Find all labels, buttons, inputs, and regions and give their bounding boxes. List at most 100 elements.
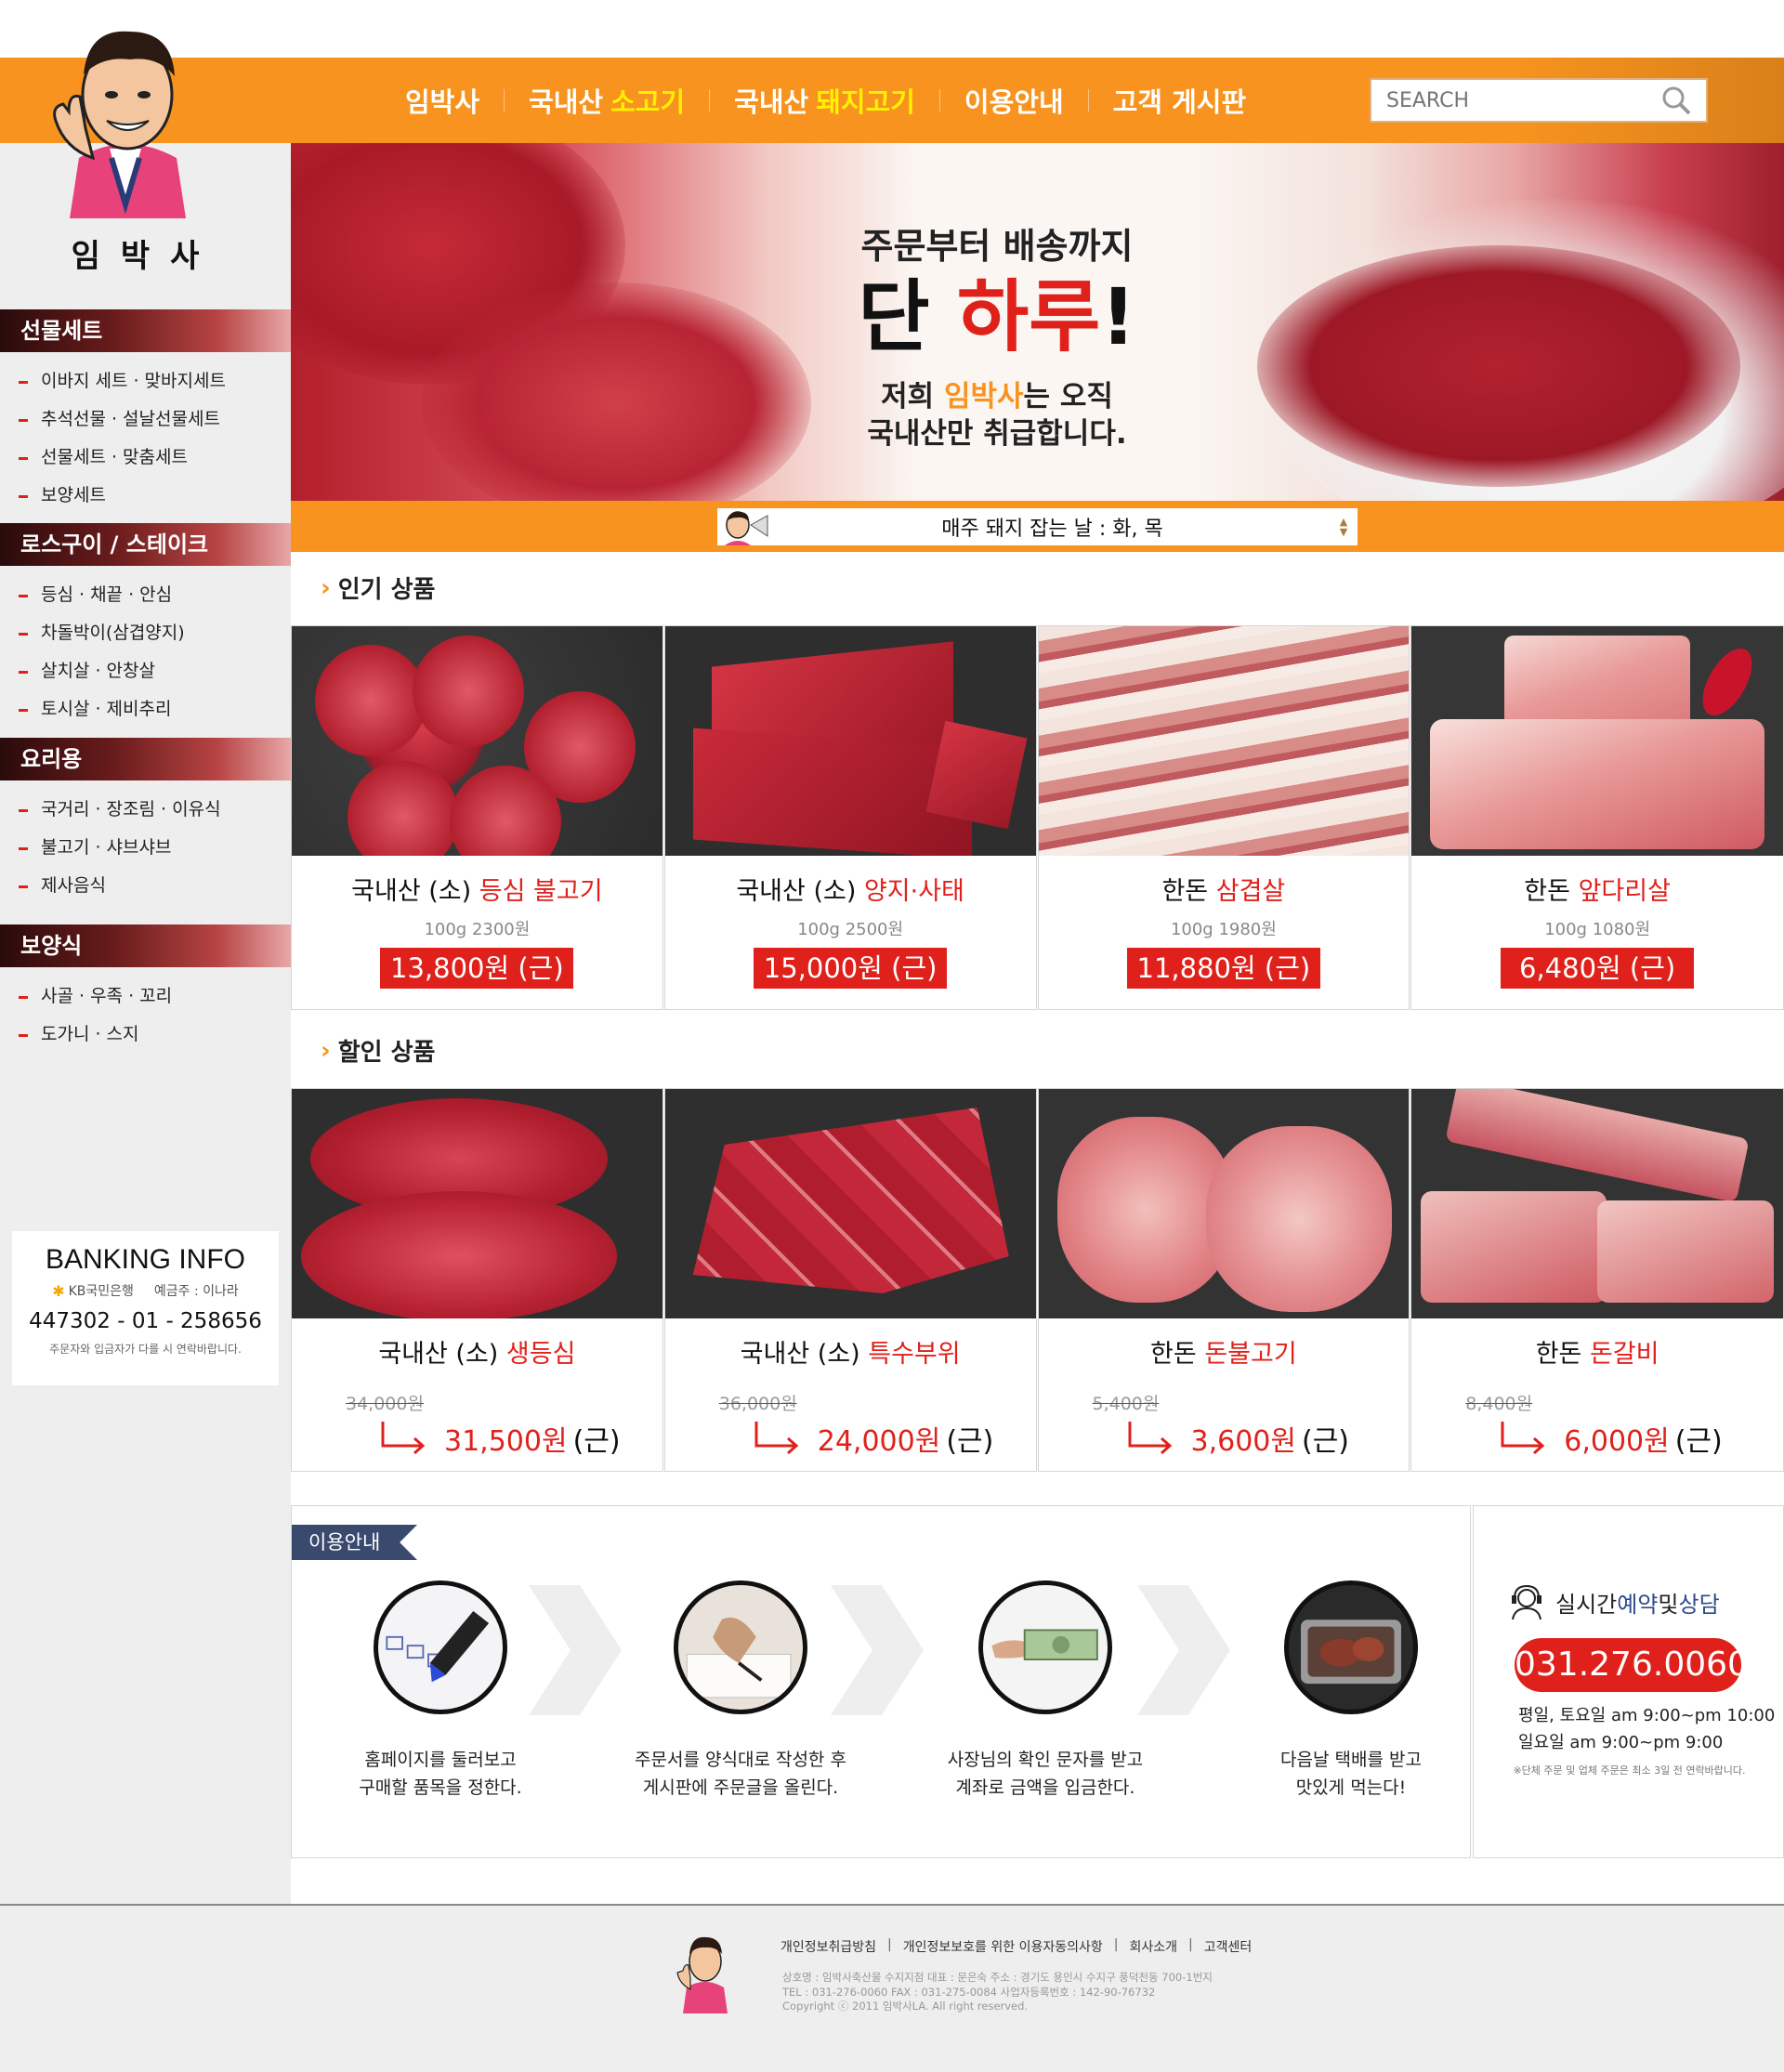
sale-unit: (근) bbox=[946, 1425, 994, 1458]
product-card[interactable]: 한돈 돈불고기 5,400원 3,600원 (근) bbox=[1037, 1088, 1410, 1472]
product-image[interactable] bbox=[664, 626, 1036, 856]
category-list-health: 사골 · 우족 · 꼬리 도가니 · 스지 bbox=[0, 977, 291, 1054]
down-right-arrow-icon bbox=[1501, 1422, 1545, 1455]
sidebar-item[interactable]: 선물세트 · 맞춤세트 bbox=[0, 439, 291, 477]
sidebar-item[interactable]: 등심 · 채끝 · 안심 bbox=[0, 576, 291, 614]
step-line2: 구매할 품목을 정한다. bbox=[359, 1777, 522, 1799]
sidebar-item[interactable]: 추석선물 · 설날선물세트 bbox=[0, 400, 291, 439]
notice-text: 매주 돼지 잡는 날 : 화, 목 bbox=[941, 518, 1163, 541]
notice-bar: 매주 돼지 잡는 날 : 화, 목 ▲ ▼ bbox=[291, 501, 1784, 552]
sidebar-item[interactable]: 국거리 · 장조림 · 이유식 bbox=[0, 791, 291, 829]
product-image[interactable] bbox=[1411, 1089, 1783, 1318]
sale-unit: (근) bbox=[572, 1425, 621, 1458]
sidebar-item[interactable]: 보양세트 bbox=[0, 477, 291, 515]
account-number: 447302 - 01 - 258656 bbox=[29, 1309, 262, 1333]
chevron-right-icon: › bbox=[321, 1036, 331, 1065]
phone-number[interactable]: 031.276.0060 bbox=[1515, 1638, 1749, 1692]
sale-price: 24,000원 bbox=[817, 1425, 941, 1458]
mascot-logo[interactable] bbox=[37, 19, 214, 218]
sidebar-item[interactable]: 제사음식 bbox=[0, 867, 291, 905]
product-name[interactable]: 한돈 삼겹살 bbox=[1039, 871, 1410, 907]
product-image[interactable] bbox=[292, 1089, 662, 1318]
nav-item-imbaksa[interactable]: 임박사 bbox=[381, 81, 504, 120]
hero-line3-a: 저희 bbox=[881, 380, 944, 413]
product-name-b: 앞다리살 bbox=[1578, 877, 1671, 906]
sidebar-item[interactable]: 이바지 세트 · 맞바지세트 bbox=[0, 362, 291, 400]
notice-scroll-arrows[interactable]: ▲ ▼ bbox=[1330, 517, 1358, 537]
sidebar-item[interactable]: 사골 · 우족 · 꼬리 bbox=[0, 977, 291, 1016]
product-image[interactable] bbox=[1411, 626, 1783, 856]
product-name[interactable]: 국내산 (소) 양지·사태 bbox=[665, 871, 1036, 907]
footer-link-support[interactable]: 고객센터 bbox=[1204, 1937, 1253, 1956]
product-card[interactable]: 국내산 (소) 양지·사태 100g 2500원 15,000원 (근) bbox=[663, 625, 1037, 1010]
product-card[interactable]: 한돈 삼겹살 100g 1980원 11,880원 (근) bbox=[1037, 625, 1410, 1010]
category-list-cooking: 국거리 · 장조림 · 이유식 불고기 · 샤브샤브 제사음식 bbox=[0, 791, 291, 905]
contact-title-c: 및 bbox=[1658, 1591, 1679, 1618]
footer-link-privacy[interactable]: 개인정보취급방침 bbox=[780, 1937, 876, 1956]
kb-star-icon: ✱ bbox=[52, 1281, 65, 1300]
product-card[interactable]: 한돈 돈갈비 8,400원 6,000원 (근) bbox=[1410, 1088, 1784, 1472]
footer-copyright: Copyright ⓒ 2011 임박사LA. All right reserv… bbox=[782, 2000, 1029, 2013]
sale-price: 6,000원 bbox=[1564, 1425, 1670, 1458]
sale-line: 6,000원 (근) bbox=[1499, 1418, 1723, 1459]
sidebar-item[interactable]: 살치살 · 안창살 bbox=[0, 652, 291, 690]
product-image[interactable] bbox=[1038, 626, 1410, 856]
product-name[interactable]: 한돈 돈불고기 bbox=[1039, 1333, 1410, 1370]
product-name[interactable]: 국내산 (소) 생등심 bbox=[292, 1333, 662, 1370]
footer-mascot-logo bbox=[674, 1928, 735, 2013]
hero-line3-c: 는 오직 bbox=[1023, 380, 1113, 413]
product-name-b: 생등심 bbox=[505, 1340, 576, 1369]
bank-name: ✱ KB국민은행 bbox=[52, 1281, 134, 1300]
contact-title-a: 실시간 bbox=[1555, 1591, 1618, 1618]
main-nav: 임박사 국내산 소고기 국내산 돼지고기 이용안내 고객 게시판 bbox=[381, 58, 1270, 143]
product-name-b: 양지·사태 bbox=[863, 877, 964, 906]
sidebar-item[interactable]: 불고기 · 샤브샤브 bbox=[0, 829, 291, 867]
product-name-a: 한돈 bbox=[1535, 1340, 1590, 1369]
arrow-down-icon[interactable]: ▼ bbox=[1340, 527, 1347, 537]
hero-line2: 단 하루! bbox=[839, 278, 1155, 356]
sidebar: 선물세트 이바지 세트 · 맞바지세트 추석선물 · 설날선물세트 선물세트 ·… bbox=[0, 143, 291, 1904]
contact-title-b: 예약 bbox=[1617, 1591, 1659, 1618]
product-image[interactable] bbox=[1038, 1089, 1410, 1318]
hero-line3-b: 임박사 bbox=[943, 380, 1024, 413]
down-right-arrow-icon bbox=[754, 1422, 799, 1455]
product-name[interactable]: 국내산 (소) 등심 불고기 bbox=[292, 871, 662, 907]
usage-guide: 이용안내 홈페이지를 둘러보고 구매할 품목을 정한다. 주문서를 양식대로 작성… bbox=[291, 1505, 1471, 1858]
footer-separator: | bbox=[887, 1937, 892, 1952]
product-name-a: 국내산 (소) bbox=[736, 877, 864, 906]
sale-unit: (근) bbox=[1301, 1425, 1349, 1458]
unit-price: 100g 2500원 bbox=[797, 920, 904, 939]
nav-item-board[interactable]: 고객 게시판 bbox=[1089, 81, 1271, 120]
product-image[interactable] bbox=[664, 1089, 1036, 1318]
sidebar-item[interactable]: 도가니 · 스지 bbox=[0, 1016, 291, 1054]
product-image[interactable] bbox=[292, 626, 662, 856]
product-card[interactable]: 국내산 (소) 등심 불고기 100g 2300원 13,800원 (근) bbox=[291, 625, 663, 1010]
product-name[interactable]: 국내산 (소) 특수부위 bbox=[665, 1333, 1036, 1370]
category-header-health: 보양식 bbox=[0, 925, 291, 967]
sidebar-item[interactable]: 토시살 · 제비추리 bbox=[0, 690, 291, 728]
nav-item-beef[interactable]: 국내산 소고기 bbox=[505, 81, 709, 120]
account-holder: 예금주 : 이나라 bbox=[153, 1284, 239, 1299]
footer-link-consent[interactable]: 개인정보보호를 위한 이용자동의사항 bbox=[903, 1937, 1103, 1956]
nav-item-guide[interactable]: 이용안내 bbox=[940, 81, 1088, 120]
product-name-a: 한돈 bbox=[1150, 1340, 1205, 1369]
nav-item-pork[interactable]: 국내산 돼지고기 bbox=[710, 81, 939, 120]
product-name-a: 국내산 (소) bbox=[378, 1340, 506, 1369]
sidebar-item[interactable]: 차돌박이(삼겹양지) bbox=[0, 614, 291, 652]
category-list-roast: 등심 · 채끝 · 안심 차돌박이(삼겹양지) 살치살 · 안창살 토시살 · … bbox=[0, 576, 291, 728]
step-line1: 홈페이지를 둘러보고 bbox=[364, 1750, 517, 1770]
product-name[interactable]: 한돈 돈갈비 bbox=[1411, 1333, 1783, 1370]
footer-link-about[interactable]: 회사소개 bbox=[1129, 1937, 1177, 1956]
product-name[interactable]: 한돈 앞다리살 bbox=[1411, 871, 1783, 907]
product-card[interactable]: 한돈 앞다리살 100g 1080원 6,480원 (근) bbox=[1410, 625, 1784, 1010]
footer-separator: | bbox=[1113, 1937, 1119, 1952]
sale-unit: (근) bbox=[1674, 1425, 1723, 1458]
product-name-b: 삼겹살 bbox=[1215, 877, 1286, 906]
guide-step-text: 사장님의 확인 문자를 받고 계좌로 금액을 입금한다. bbox=[906, 1746, 1185, 1803]
popular-section-title: › 인기 상품 bbox=[321, 570, 435, 605]
chevron-right-icon: › bbox=[321, 573, 331, 602]
search-icon[interactable] bbox=[1659, 84, 1693, 117]
product-card[interactable]: 국내산 (소) 특수부위 36,000원 24,000원 (근) bbox=[663, 1088, 1037, 1472]
search-input[interactable] bbox=[1384, 87, 1659, 113]
product-card[interactable]: 국내산 (소) 생등심 34,000원 31,500원 (근) bbox=[291, 1088, 663, 1472]
